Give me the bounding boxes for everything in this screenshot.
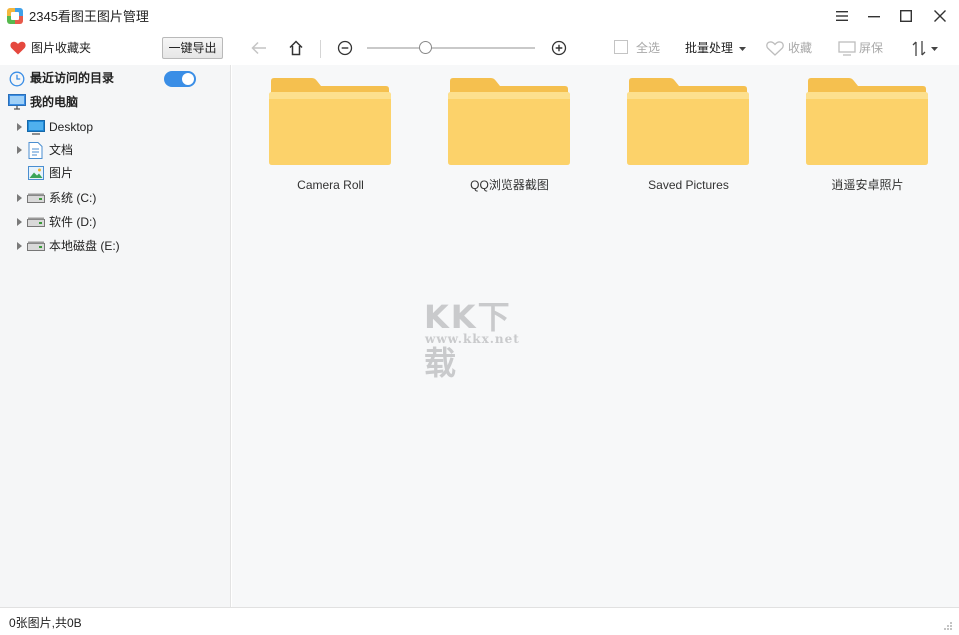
folder-icon [448,78,570,165]
folder-name: 逍遥安卓照片 [831,178,904,192]
menu-button[interactable] [826,4,858,28]
zoom-in-icon [551,40,567,56]
back-button[interactable] [250,39,268,57]
drive-icon [27,193,45,203]
sidebar-item-documents[interactable]: 文档 [0,139,231,161]
arrow-left-icon [251,41,266,55]
folder-icon [627,78,749,165]
drive-icon [27,217,45,227]
folder-name: QQ浏览器截图 [470,178,549,192]
expand-caret-icon[interactable] [17,123,22,131]
collect-button[interactable]: 收藏 [788,41,812,56]
status-text: 0张图片,共0B [9,616,82,630]
minimize-button[interactable] [858,4,890,28]
zoom-in-button[interactable] [550,39,568,57]
sidebar-item-label: Desktop [49,120,94,134]
close-button[interactable] [924,4,956,28]
folder-item[interactable]: Saved Pictures [590,77,749,197]
resize-grip-icon[interactable] [943,621,953,631]
zoom-out-icon [337,40,353,56]
folder-item[interactable]: Camera Roll [232,77,391,197]
computer-label: 我的电脑 [30,95,79,109]
expand-caret-icon[interactable] [17,218,22,226]
zoom-slider-thumb[interactable] [419,41,433,54]
hamburger-icon [836,11,848,21]
sidebar-item-label: 文档 [49,143,74,157]
folder-item[interactable]: 逍遥安卓照片 [769,77,928,197]
sidebar-item-drive-c[interactable]: 系统 (C:) [0,187,231,209]
select-all-label[interactable]: 全选 [636,41,660,56]
sidebar-item-label: 本地磁盘 (E:) [49,239,120,253]
folder-grid: Camera Roll QQ浏览器截图 Saved Pictures 逍遥安卓照… [232,65,959,607]
app-title: 2345看图王图片管理 [29,9,149,24]
zoom-slider[interactable] [367,47,535,49]
toolbar: 图片收藏夹 一键导出 全选 批量处理 收藏 屏保 [0,33,959,65]
minimize-icon [868,16,880,18]
sidebar-item-pictures[interactable]: 图片 [0,162,231,184]
sidebar-item-label: 系统 (C:) [49,191,97,205]
folder-icon [806,78,928,165]
app-logo-icon [7,8,23,24]
recent-toggle[interactable] [164,71,196,87]
sidebar-item-label: 图片 [49,166,74,180]
toolbar-divider [320,40,321,58]
close-icon [934,10,946,22]
heart-outline-icon [766,41,784,56]
chevron-down-icon [739,47,746,51]
desktop-icon [27,120,45,135]
drive-icon [27,241,45,251]
sidebar-item-desktop[interactable]: Desktop [0,116,231,138]
heart-icon [10,41,26,55]
sidebar: 最近访问的目录 我的电脑 Desktop 文档 图片 系统 (C:) 软件 (D… [0,65,231,607]
zoom-out-button[interactable] [336,39,354,57]
document-icon [28,142,43,159]
sort-chevron-down-icon [931,47,938,51]
select-all-checkbox[interactable] [614,40,628,54]
expand-caret-icon[interactable] [17,146,22,154]
folder-item[interactable]: QQ浏览器截图 [411,77,570,197]
sidebar-item-drive-d[interactable]: 软件 (D:) [0,211,231,233]
arrow-up-icon [289,40,303,56]
favorites-label[interactable]: 图片收藏夹 [31,41,91,56]
expand-caret-icon[interactable] [17,194,22,202]
sort-icon[interactable] [911,40,927,57]
screensaver-icon [838,41,856,56]
recent-label: 最近访问的目录 [30,71,115,85]
sidebar-computer[interactable]: 我的电脑 [0,91,231,113]
computer-icon [8,94,26,110]
maximize-button[interactable] [890,4,922,28]
folder-name: Saved Pictures [648,178,729,192]
sidebar-recent[interactable]: 最近访问的目录 [0,67,231,89]
screensaver-button[interactable]: 屏保 [859,41,883,56]
export-button[interactable]: 一键导出 [162,37,223,59]
batch-process-button[interactable]: 批量处理 [685,41,733,56]
status-bar: 0张图片,共0B [0,607,959,635]
sidebar-item-drive-e[interactable]: 本地磁盘 (E:) [0,235,231,257]
sidebar-item-label: 软件 (D:) [49,215,97,229]
title-bar: 2345看图王图片管理 [0,0,959,33]
toggle-knob [182,73,194,85]
folder-name: Camera Roll [297,178,364,192]
clock-icon [9,71,25,87]
up-button[interactable] [287,39,305,57]
maximize-icon [900,10,912,22]
picture-icon [28,166,44,180]
expand-caret-icon[interactable] [17,242,22,250]
folder-icon [269,78,391,165]
